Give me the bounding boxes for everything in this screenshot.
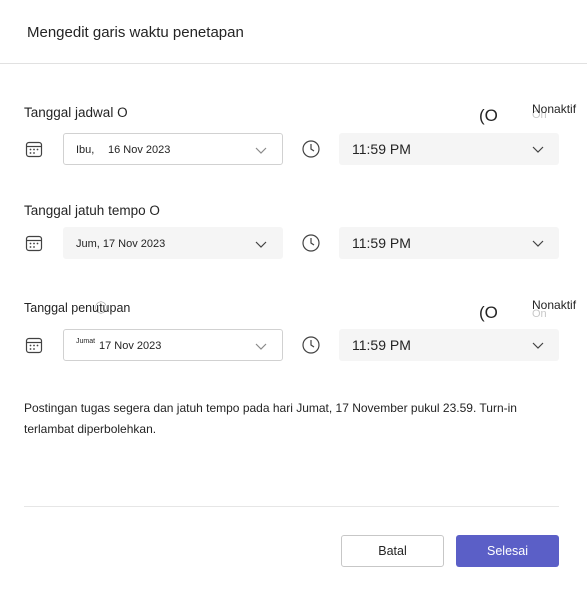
calendar-icon xyxy=(25,337,43,354)
close-date-picker[interactable]: Jumat 17 Nov 2023 xyxy=(63,329,283,361)
schedule-date-value: 16 Nov 2023 xyxy=(108,144,171,156)
due-time-value: 11:59 PM xyxy=(352,235,411,251)
due-time-picker[interactable]: 11:59 PM xyxy=(339,227,559,259)
chevron-down-icon xyxy=(255,343,267,350)
info-icon[interactable]: ⓘ xyxy=(95,299,107,316)
due-date-picker[interactable]: Jum, 17 Nov 2023 xyxy=(63,227,283,259)
clock-icon xyxy=(302,140,320,158)
timeline-summary: Postingan tugas segera dan jatuh tempo p… xyxy=(24,401,517,436)
schedule-date-row: Ibu, 16 Nov 2023 11:59 PM xyxy=(0,133,587,165)
cancel-button[interactable]: Batal xyxy=(341,535,444,567)
close-date-prefix: Jumat xyxy=(76,338,96,345)
close-toggle-switch[interactable]: (O xyxy=(479,303,498,323)
close-toggle-state[interactable]: Nonaktif xyxy=(532,298,576,312)
clock-icon xyxy=(302,234,320,252)
close-date-value: 17 Nov 2023 xyxy=(99,340,162,352)
schedule-date-picker[interactable]: Ibu, 16 Nov 2023 xyxy=(63,133,283,165)
schedule-time-picker[interactable]: 11:59 PM xyxy=(339,133,559,165)
chevron-down-icon xyxy=(255,241,267,248)
done-button[interactable]: Selesai xyxy=(456,535,559,567)
calendar-icon xyxy=(25,235,43,252)
close-time-picker[interactable]: 11:59 PM xyxy=(339,329,559,361)
due-date-label: Tanggal jatuh tempo O xyxy=(24,203,160,218)
chevron-down-icon xyxy=(532,146,544,153)
calendar-icon xyxy=(25,141,43,158)
due-date-row: Jum, 17 Nov 2023 11:59 PM xyxy=(0,227,587,259)
schedule-date-label: Tanggal jadwal O xyxy=(24,105,128,120)
schedule-toggle-switch[interactable]: (O xyxy=(479,106,498,126)
schedule-time-value: 11:59 PM xyxy=(352,141,411,157)
chevron-down-icon xyxy=(532,240,544,247)
chevron-down-icon xyxy=(255,147,267,154)
schedule-toggle-state[interactable]: Nonaktif xyxy=(532,102,576,116)
close-date-label: Tanggal penutupan xyxy=(24,301,131,315)
close-time-value: 11:59 PM xyxy=(352,337,411,353)
close-date-row: Jumat 17 Nov 2023 11:59 PM xyxy=(0,329,587,361)
due-date-value: Jum, 17 Nov 2023 xyxy=(76,238,166,250)
dialog-title: Mengedit garis waktu penetapan xyxy=(27,24,244,41)
dialog-header: Mengedit garis waktu penetapan xyxy=(0,0,587,64)
chevron-down-icon xyxy=(532,342,544,349)
footer-divider xyxy=(24,506,559,507)
schedule-date-prefix: Ibu, xyxy=(76,144,95,156)
clock-icon xyxy=(302,336,320,354)
